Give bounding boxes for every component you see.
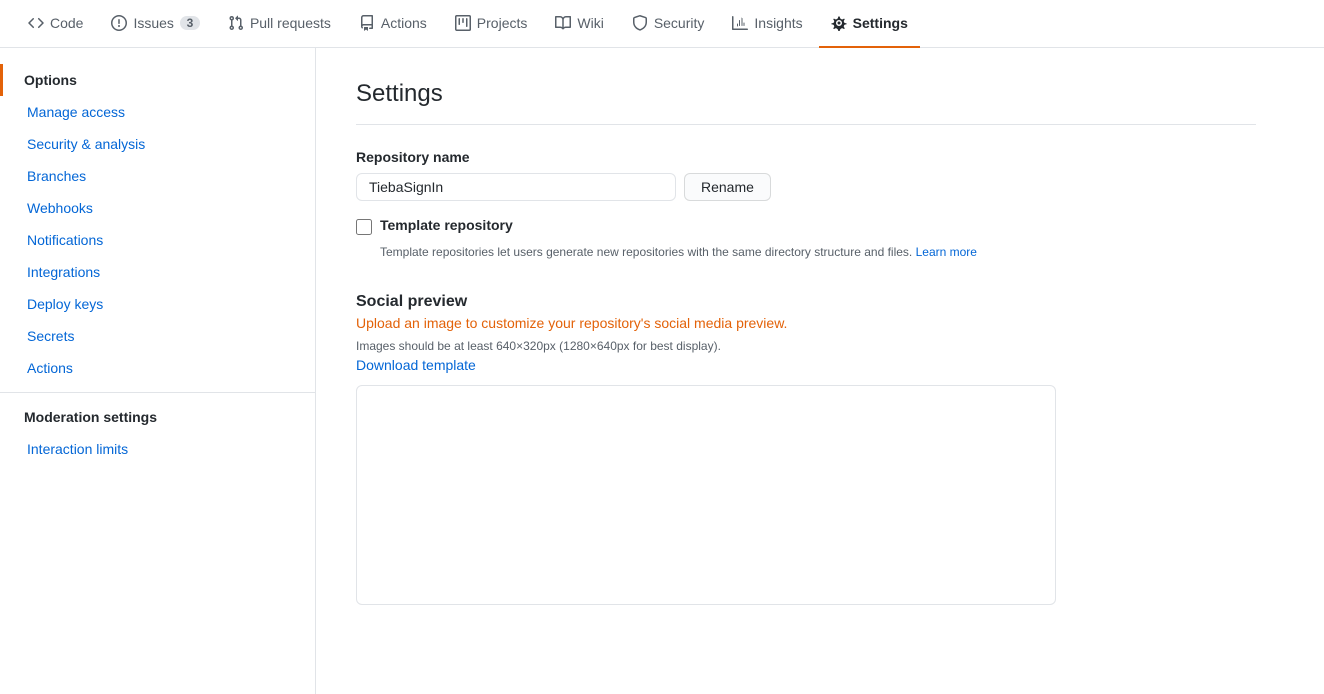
sidebar-security-analysis-label: Security & analysis: [27, 136, 145, 152]
template-repo-row: Template repository: [356, 217, 1256, 235]
sidebar-integrations-label: Integrations: [27, 264, 100, 280]
sidebar-webhooks-label: Webhooks: [27, 200, 93, 216]
sidebar-item-options[interactable]: Options: [0, 64, 315, 96]
settings-icon: [831, 15, 847, 31]
security-icon: [632, 15, 648, 31]
sidebar-item-security-analysis[interactable]: Security & analysis: [0, 128, 315, 160]
template-repo-learn-more[interactable]: Learn more: [916, 245, 977, 259]
nav-pull-requests[interactable]: Pull requests: [216, 0, 343, 48]
wiki-icon: [555, 15, 571, 31]
nav-settings-label: Settings: [853, 15, 908, 31]
social-preview-hint: Images should be at least 640×320px (128…: [356, 339, 1256, 353]
code-icon: [28, 15, 44, 31]
rename-button[interactable]: Rename: [684, 173, 771, 201]
nav-issues[interactable]: Issues 3: [99, 0, 211, 48]
repo-name-input[interactable]: [356, 173, 676, 201]
page-title: Settings: [356, 80, 1256, 125]
issues-badge: 3: [180, 16, 200, 30]
actions-icon: [359, 15, 375, 31]
template-repo-description: Template repositories let users generate…: [380, 243, 1256, 261]
insights-icon: [732, 15, 748, 31]
nav-pr-label: Pull requests: [250, 15, 331, 31]
nav-security[interactable]: Security: [620, 0, 717, 48]
nav-insights-label: Insights: [754, 15, 802, 31]
repo-name-row: Rename: [356, 173, 1256, 201]
social-preview-box: [356, 385, 1056, 605]
repo-name-section: Repository name Rename Template reposito…: [356, 149, 1256, 261]
nav-settings[interactable]: Settings: [819, 0, 920, 48]
sidebar-item-secrets[interactable]: Secrets: [0, 320, 315, 352]
social-preview-section: Social preview Upload an image to custom…: [356, 293, 1256, 605]
sidebar-item-actions[interactable]: Actions: [0, 352, 315, 384]
nav-security-label: Security: [654, 15, 705, 31]
nav-wiki-label: Wiki: [577, 15, 603, 31]
nav-actions-label: Actions: [381, 15, 427, 31]
sidebar-main-section: Options Manage access Security & analysi…: [0, 64, 315, 384]
template-repo-label[interactable]: Template repository: [380, 217, 513, 233]
nav-issues-label: Issues: [133, 15, 173, 31]
sidebar-branches-label: Branches: [27, 168, 86, 184]
pr-icon: [228, 15, 244, 31]
top-navigation: Code Issues 3 Pull requests Actions Proj…: [0, 0, 1324, 48]
sidebar-item-webhooks[interactable]: Webhooks: [0, 192, 315, 224]
sidebar-item-interaction-limits[interactable]: Interaction limits: [0, 433, 315, 465]
nav-code[interactable]: Code: [16, 0, 95, 48]
sidebar-actions-label: Actions: [27, 360, 73, 376]
nav-code-label: Code: [50, 15, 83, 31]
sidebar-secrets-label: Secrets: [27, 328, 74, 344]
sidebar: Options Manage access Security & analysi…: [0, 48, 316, 694]
repo-name-label: Repository name: [356, 149, 1256, 165]
template-repo-desc-text: Template repositories let users generate…: [380, 245, 912, 259]
projects-icon: [455, 15, 471, 31]
nav-insights[interactable]: Insights: [720, 0, 814, 48]
sidebar-notifications-label: Notifications: [27, 232, 103, 248]
sidebar-item-notifications[interactable]: Notifications: [0, 224, 315, 256]
download-template-link[interactable]: Download template: [356, 357, 476, 373]
sidebar-deploy-keys-label: Deploy keys: [27, 296, 103, 312]
main-layout: Options Manage access Security & analysi…: [0, 48, 1324, 694]
sidebar-moderation-section: Moderation settings Interaction limits: [0, 401, 315, 465]
sidebar-options-label: Options: [24, 72, 77, 88]
sidebar-item-branches[interactable]: Branches: [0, 160, 315, 192]
social-preview-title: Social preview: [356, 293, 1256, 311]
social-preview-upload-text: Upload an image to customize your reposi…: [356, 315, 1256, 331]
template-repo-checkbox[interactable]: [356, 219, 372, 235]
sidebar-item-deploy-keys[interactable]: Deploy keys: [0, 288, 315, 320]
moderation-section-header: Moderation settings: [0, 401, 315, 433]
sidebar-item-integrations[interactable]: Integrations: [0, 256, 315, 288]
sidebar-divider: [0, 392, 315, 393]
nav-wiki[interactable]: Wiki: [543, 0, 615, 48]
sidebar-manage-access-label: Manage access: [27, 104, 125, 120]
nav-actions[interactable]: Actions: [347, 0, 439, 48]
nav-projects[interactable]: Projects: [443, 0, 540, 48]
nav-projects-label: Projects: [477, 15, 528, 31]
settings-content: Settings Repository name Rename Template…: [316, 48, 1296, 694]
issue-icon: [111, 15, 127, 31]
sidebar-item-manage-access[interactable]: Manage access: [0, 96, 315, 128]
sidebar-interaction-limits-label: Interaction limits: [27, 441, 128, 457]
